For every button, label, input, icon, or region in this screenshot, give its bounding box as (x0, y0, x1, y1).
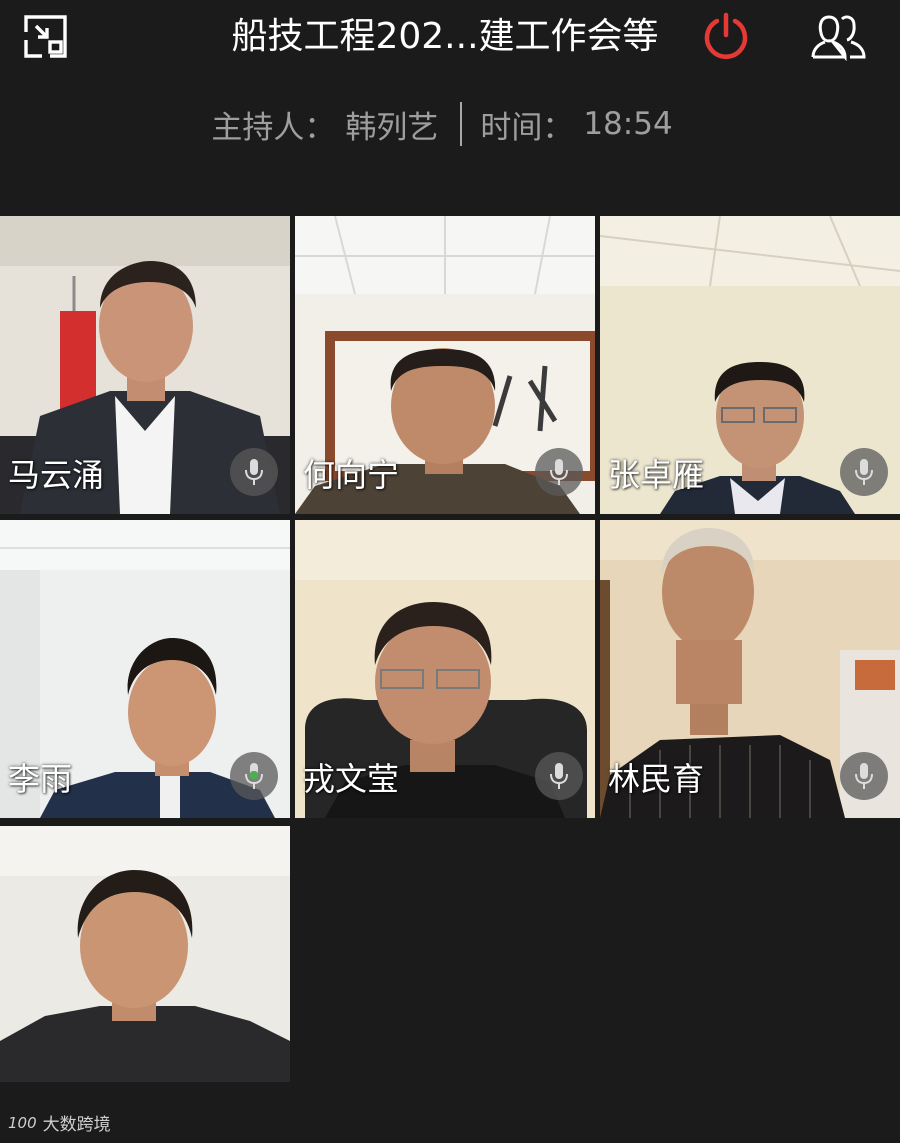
video-tile[interactable]: 何向宁 (295, 216, 595, 514)
participant-name: 张卓雁 (608, 456, 705, 494)
mic-button[interactable] (535, 752, 583, 800)
meeting-title: 船技工程202...建工作会等 (231, 16, 659, 57)
participant-name: 林民育 (608, 760, 705, 798)
participant-name: 何向宁 (303, 456, 400, 494)
video-feed (0, 826, 290, 1082)
host-name: 韩列艺 (345, 109, 439, 146)
video-tile[interactable]: 林民育 (600, 520, 900, 818)
top-bar: 船技工程202...建工作会等 (0, 0, 900, 80)
microphone-icon (550, 763, 568, 789)
mic-button[interactable] (535, 448, 583, 496)
microphone-icon (855, 763, 873, 789)
minimize-window-button[interactable] (18, 8, 74, 64)
host-label: 主持人： (211, 109, 336, 146)
microphone-icon (245, 763, 263, 789)
time-value: 18:54 (583, 106, 673, 142)
participants-icon (811, 15, 866, 61)
video-tile[interactable]: 张卓雁 (600, 216, 900, 514)
mic-button[interactable] (230, 448, 278, 496)
video-tile[interactable]: 马云涌 (0, 216, 290, 514)
video-tile[interactable]: 李雨 (0, 520, 290, 818)
microphone-icon (550, 459, 568, 485)
mic-button[interactable] (840, 448, 888, 496)
watermark: 100 大数跨境 (8, 1110, 111, 1136)
mic-button[interactable] (840, 752, 888, 800)
video-tile[interactable]: 戎文莹 (295, 520, 595, 818)
microphone-icon (245, 459, 263, 485)
meeting-info: 主持人： 韩列艺 时间： 18:54 (0, 96, 884, 152)
minimize-window-icon (24, 15, 67, 58)
time-label: 时间： (480, 109, 574, 146)
info-divider (460, 102, 463, 146)
mic-button[interactable] (230, 752, 278, 800)
participant-name: 戎文莹 (303, 760, 400, 798)
participants-button[interactable] (808, 8, 870, 64)
watermark-text: 大数跨境 (42, 1115, 111, 1135)
participant-name: 马云涌 (8, 456, 105, 494)
participant-name: 李雨 (8, 760, 73, 798)
video-tile[interactable] (0, 826, 290, 1082)
watermark-logo: 100 (8, 1113, 37, 1132)
microphone-icon (855, 459, 873, 485)
power-icon (704, 12, 748, 59)
leave-meeting-button[interactable] (698, 8, 754, 64)
